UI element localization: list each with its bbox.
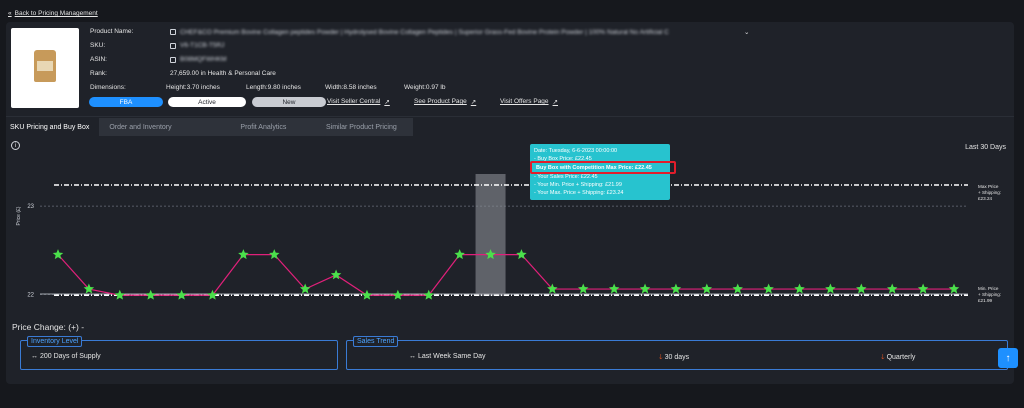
back-to-pricing-link[interactable]: « Back to Pricing Management <box>8 10 98 17</box>
min-price-label: Min. Price <box>978 286 999 291</box>
arrow-down-icon: 🡓 <box>881 354 885 361</box>
buy-box-star-point <box>763 283 774 294</box>
buy-box-star-point <box>639 283 651 294</box>
external-link-icon: ↗ <box>552 99 558 106</box>
width-value: Width:8.58 inches <box>325 84 377 91</box>
sales-trend-title: Sales Trend <box>353 336 399 347</box>
back-label: Back to Pricing Management <box>14 10 98 17</box>
product-header: Product Name: CHEF&CO Premium Bovine Col… <box>6 22 1014 117</box>
inventory-level-title: Inventory Level <box>27 336 83 347</box>
height-value: Height:3.70 inches <box>166 84 220 91</box>
max-price-label: £23.24 <box>978 196 992 201</box>
max-price-label: + Shipping: <box>978 190 1001 195</box>
buy-box-star-point <box>701 283 713 294</box>
buy-box-star-point <box>670 283 682 294</box>
asin-label: ASIN: <box>90 56 107 63</box>
y-tick-label: 23 <box>27 204 34 210</box>
buy-box-star-point <box>269 249 280 260</box>
sales-trend-box: Sales Trend ↔ Last Week Same Day 🡓 30 da… <box>346 336 1008 370</box>
buy-box-star-point <box>361 289 373 300</box>
sales-price-line <box>57 254 954 296</box>
tab-sku-pricing[interactable]: SKU Pricing and Buy Box <box>6 118 99 136</box>
buy-box-star-point <box>176 289 187 300</box>
active-badge: Active <box>168 97 246 107</box>
max-price-label: Max Price <box>978 184 999 189</box>
buy-box-star-point <box>392 289 404 300</box>
days-of-supply: ↔ 200 Days of Supply <box>31 353 101 360</box>
tooltip-sales-price: - Your Sales Price: £22.45 <box>534 174 598 180</box>
product-name-value: CHEF&CO Premium Bovine Collagen peptides… <box>170 28 750 36</box>
tooltip-min-price: - Your Min. Price + Shipping: £21.99 <box>534 182 622 188</box>
tab-bar: SKU Pricing and Buy Box Order and Invent… <box>6 118 414 136</box>
buy-box-star-point <box>886 283 898 294</box>
pricing-chart-panel: i Last 30 Days Price (£) 23 22 Max Price + S… <box>6 136 1014 308</box>
offers-page-link[interactable]: Visit Offers Page ↗ <box>500 98 558 106</box>
tooltip-max-price: - Your Max. Price + Shipping: £23.24 <box>534 190 624 196</box>
buy-box-star-point <box>732 283 743 294</box>
sku-label: SKU: <box>90 42 106 49</box>
buy-box-star-point <box>578 283 589 294</box>
rank-label: Rank: <box>90 70 107 77</box>
double-chevron-left-icon: « <box>8 10 12 17</box>
new-badge: New <box>252 97 326 107</box>
y-axis-label: Price (£) <box>16 206 22 225</box>
arrow-up-icon: ↑ <box>1005 352 1011 364</box>
hover-band <box>475 174 506 296</box>
seller-central-link[interactable]: Visit Seller Central ↗ <box>327 98 390 106</box>
price-chart: Price (£) 2322Max Price+ Shipping:£23.24M… <box>16 174 1001 303</box>
arrow-down-icon: 🡓 <box>659 354 663 361</box>
min-price-label: £21.99 <box>978 298 992 303</box>
buy-box-star-point <box>145 289 156 300</box>
length-value: Length:9.80 inches <box>246 84 301 91</box>
buy-box-star-point <box>114 289 126 300</box>
tab-profit-analytics[interactable]: Profit Analytics <box>217 118 310 136</box>
buy-box-star-point <box>238 249 249 260</box>
buy-box-star-point <box>948 283 960 294</box>
tooltip-date: Date: Tuesday, 6-6-2023 00:00:00 <box>534 148 618 154</box>
rank-value: 27,659.00 in Health & Personal Care <box>170 70 276 77</box>
min-price-label: + Shipping: <box>978 292 1001 297</box>
buy-box-star-point <box>794 283 805 294</box>
sku-value: V6-T1CB-T5RJ <box>170 42 224 49</box>
copy-icon[interactable] <box>170 29 176 35</box>
fba-badge: FBA <box>89 97 163 107</box>
thirty-days-trend: 🡓 30 days <box>659 354 690 361</box>
copy-icon[interactable] <box>170 56 176 63</box>
buy-box-star-point <box>856 283 867 294</box>
buy-box-star-point <box>516 249 527 260</box>
external-link-icon: ↗ <box>470 99 477 106</box>
buy-box-star-point <box>52 249 64 260</box>
buy-box-star-point <box>608 283 620 294</box>
quarterly-trend: 🡓 Quarterly <box>881 354 916 361</box>
external-link-icon: ↗ <box>384 99 390 106</box>
buy-box-star-point <box>454 249 465 260</box>
chevron-down-icon[interactable]: ⌄ <box>744 28 749 36</box>
last-week-trend: ↔ Last Week Same Day <box>409 353 486 360</box>
product-panel: Product Name: CHEF&CO Premium Bovine Col… <box>6 22 1014 384</box>
product-image <box>11 28 79 108</box>
price-change-label: Price Change: (+) - <box>12 322 85 332</box>
dimensions-label: Dimensions: <box>90 84 126 91</box>
product-page-link[interactable]: See Product Page ↗ <box>414 98 476 106</box>
buy-box-star-point <box>825 283 836 294</box>
tooltip-highlight-box <box>530 161 676 174</box>
y-tick-label: 22 <box>27 292 34 298</box>
inventory-level-box: Inventory Level ↔ 200 Days of Supply <box>20 336 338 370</box>
buy-box-star-point <box>917 283 929 294</box>
tab-order-inventory[interactable]: Order and Inventory <box>99 118 218 136</box>
tab-similar-product-pricing[interactable]: Similar Product Pricing <box>309 118 414 136</box>
weight-value: Weight:0.97 lb <box>404 84 446 91</box>
copy-icon[interactable] <box>170 42 176 49</box>
product-name-label: Product Name: <box>90 28 134 35</box>
asin-value: B08MQFWHKM <box>170 56 227 63</box>
scroll-top-button[interactable]: ↑ <box>998 348 1018 368</box>
